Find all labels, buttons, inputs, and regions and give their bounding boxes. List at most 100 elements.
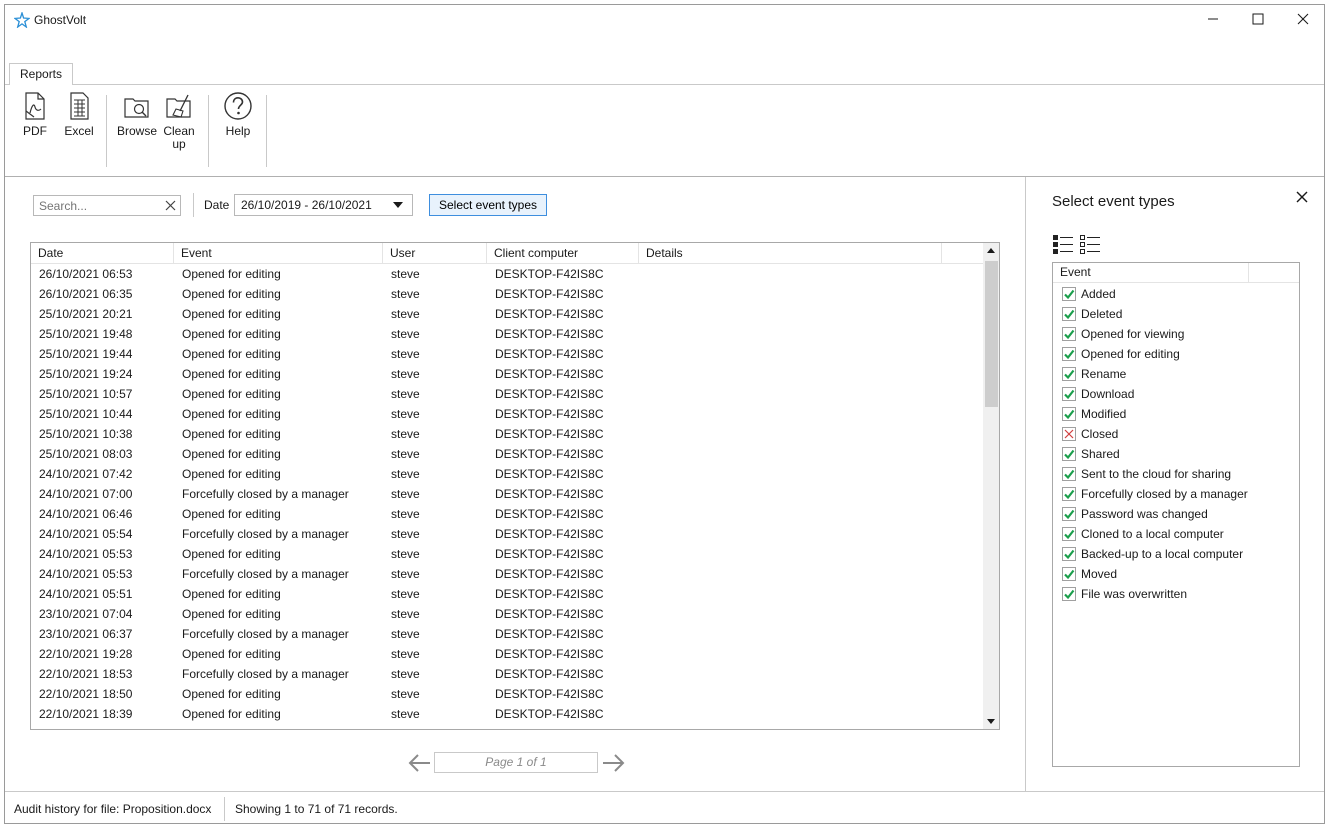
column-header-client-computer[interactable]: Client computer	[487, 243, 639, 264]
table-row[interactable]: 22/10/2021 18:50 Opened for editing steve D…	[31, 684, 983, 704]
cross-icon[interactable]	[1062, 427, 1076, 441]
table-row[interactable]: 24/10/2021 05:51 Opened for editing steve D…	[31, 584, 983, 604]
cell-details	[639, 304, 647, 324]
checkmark-icon[interactable]	[1062, 467, 1076, 481]
event-type-item[interactable]: Deleted	[1053, 304, 1299, 324]
event-type-item[interactable]: Closed	[1053, 424, 1299, 444]
table-row[interactable]: 25/10/2021 10:44 Opened for editing steve D…	[31, 404, 983, 424]
scroll-down-icon[interactable]	[987, 719, 995, 724]
checkmark-icon[interactable]	[1062, 587, 1076, 601]
select-all-icon[interactable]	[1052, 233, 1074, 258]
table-row[interactable]: 25/10/2021 19:48 Opened for editing steve D…	[31, 324, 983, 344]
event-type-item[interactable]: Modified	[1053, 404, 1299, 424]
cell-details	[639, 524, 647, 544]
arrow-right-icon[interactable]	[600, 752, 626, 774]
cell-client-computer: DESKTOP-F42IS8C	[495, 427, 604, 441]
event-type-item[interactable]: Added	[1053, 284, 1299, 304]
event-type-item[interactable]: Opened for editing	[1053, 344, 1299, 364]
column-header-user[interactable]: User	[383, 243, 487, 264]
checkmark-icon[interactable]	[1062, 327, 1076, 341]
event-type-item[interactable]: Cloned to a local computer	[1053, 524, 1299, 544]
table-row[interactable]: 25/10/2021 20:21 Opened for editing steve D…	[31, 304, 983, 324]
date-range-select[interactable]: 26/10/2019 - 26/10/2021	[234, 194, 413, 216]
event-type-item[interactable]: Password was changed	[1053, 504, 1299, 524]
event-type-item[interactable]: Sent to the cloud for sharing	[1053, 464, 1299, 484]
table-row[interactable]: 26/10/2021 06:35 Opened for editing steve D…	[31, 284, 983, 304]
ribbon-separator	[266, 95, 267, 167]
maximize-button[interactable]	[1235, 5, 1281, 35]
minimize-button[interactable]	[1190, 5, 1236, 35]
checkmark-icon[interactable]	[1062, 347, 1076, 361]
browse-button[interactable]: Browse	[115, 91, 159, 138]
event-type-label: Shared	[1081, 447, 1120, 461]
checkmark-icon[interactable]	[1062, 507, 1076, 521]
ribbon-separator	[106, 95, 107, 167]
clear-search-icon[interactable]	[164, 199, 177, 212]
table-row[interactable]: 24/10/2021 06:46 Opened for editing steve D…	[31, 504, 983, 524]
checkmark-icon[interactable]	[1062, 367, 1076, 381]
table-row[interactable]: 22/10/2021 19:28 Opened for editing steve D…	[31, 644, 983, 664]
table-row[interactable]: 23/10/2021 06:37 Forcefully closed by a m…	[31, 624, 983, 644]
table-row[interactable]: 22/10/2021 18:39 Opened for editing steve D…	[31, 704, 983, 724]
table-row[interactable]: 23/10/2021 07:04 Opened for editing steve D…	[31, 604, 983, 624]
cell-details	[639, 664, 647, 684]
checkmark-icon[interactable]	[1062, 487, 1076, 501]
event-type-item[interactable]: Shared	[1053, 444, 1299, 464]
table-row[interactable]: 24/10/2021 05:54 Forcefully closed by a m…	[31, 524, 983, 544]
scroll-up-icon[interactable]	[987, 248, 995, 253]
table-row[interactable]: 26/10/2021 06:53 Opened for editing steve D…	[31, 264, 983, 284]
table-row[interactable]: 25/10/2021 10:38 Opened for editing steve D…	[31, 424, 983, 444]
column-header-details[interactable]: Details	[639, 243, 942, 264]
event-type-label: Download	[1081, 387, 1135, 401]
event-type-item[interactable]: Forcefully closed by a manager	[1053, 484, 1299, 504]
close-window-button[interactable]	[1280, 5, 1324, 35]
checkmark-icon[interactable]	[1062, 567, 1076, 581]
close-icon[interactable]	[1295, 190, 1309, 204]
event-type-item[interactable]: Backed-up to a local computer	[1053, 544, 1299, 564]
event-type-item[interactable]: Download	[1053, 384, 1299, 404]
table-row[interactable]: 24/10/2021 07:00 Forcefully closed by a m…	[31, 484, 983, 504]
search-box	[33, 195, 181, 216]
cell-details	[639, 684, 647, 704]
event-type-item[interactable]: File was overwritten	[1053, 584, 1299, 604]
page-indicator[interactable]: Page 1 of 1	[434, 752, 598, 773]
event-type-item[interactable]: Rename	[1053, 364, 1299, 384]
table-scrollbar[interactable]	[983, 243, 999, 729]
checkmark-icon[interactable]	[1062, 387, 1076, 401]
checkmark-icon[interactable]	[1062, 407, 1076, 421]
table-row[interactable]: 25/10/2021 08:03 Opened for editing steve D…	[31, 444, 983, 464]
checkmark-icon[interactable]	[1062, 287, 1076, 301]
tab-reports[interactable]: Reports	[9, 63, 74, 86]
cell-details	[639, 364, 647, 384]
event-type-item[interactable]: Opened for viewing	[1053, 324, 1299, 344]
table-row[interactable]: 24/10/2021 05:53 Forcefully closed by a m…	[31, 564, 983, 584]
arrow-left-icon[interactable]	[407, 752, 433, 774]
event-type-label: Closed	[1081, 427, 1119, 441]
cell-event: Forcefully closed by a manager	[182, 667, 349, 681]
cleanup-button[interactable]: Clean up	[157, 91, 201, 151]
select-none-icon[interactable]	[1079, 233, 1101, 258]
column-header-event[interactable]: Event	[1053, 263, 1249, 283]
table-row[interactable]: 25/10/2021 19:44 Opened for editing steve D…	[31, 344, 983, 364]
column-header-date[interactable]: Date	[31, 243, 174, 264]
checkmark-icon[interactable]	[1062, 527, 1076, 541]
cell-details	[639, 284, 647, 304]
cell-user: steve	[391, 527, 420, 541]
checkmark-icon[interactable]	[1062, 307, 1076, 321]
table-row[interactable]: 22/10/2021 18:53 Forcefully closed by a m…	[31, 664, 983, 684]
table-row[interactable]: 24/10/2021 05:53 Opened for editing steve D…	[31, 544, 983, 564]
pdf-button[interactable]: PDF	[13, 91, 57, 138]
table-row[interactable]: 25/10/2021 19:24 Opened for editing steve D…	[31, 364, 983, 384]
column-header-event[interactable]: Event	[174, 243, 383, 264]
select-event-types-button[interactable]: Select event types	[429, 194, 547, 216]
table-row[interactable]: 25/10/2021 10:57 Opened for editing steve D…	[31, 384, 983, 404]
excel-button[interactable]: Excel	[57, 91, 101, 138]
event-type-item[interactable]: Moved	[1053, 564, 1299, 584]
table-row[interactable]: 24/10/2021 07:42 Opened for editing steve D…	[31, 464, 983, 484]
checkmark-icon[interactable]	[1062, 447, 1076, 461]
help-button[interactable]: Help	[216, 91, 260, 138]
scrollbar-thumb[interactable]	[985, 261, 998, 407]
checkmark-icon[interactable]	[1062, 547, 1076, 561]
event-type-label: Opened for viewing	[1081, 327, 1185, 341]
search-input[interactable]	[34, 196, 154, 215]
